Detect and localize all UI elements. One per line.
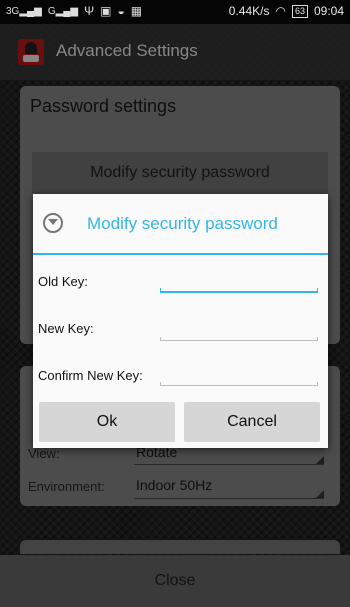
clock: 09:04 [313, 4, 344, 18]
network-speed: 0.44K/s [228, 4, 270, 18]
signal-icon-2: G▂▄▆ [47, 5, 79, 17]
ok-button[interactable]: Ok [39, 402, 175, 442]
new-key-tick-right [317, 337, 318, 341]
old-key-tick-left [160, 288, 161, 292]
dialog-header: Modify security password [33, 194, 328, 254]
wifi-icon: ◠ [275, 4, 286, 18]
confirm-new-key-tick-left [160, 382, 161, 386]
confirm-new-key-tick-right [317, 382, 318, 386]
new-key-label: New Key: [38, 321, 94, 336]
modify-password-dialog: Modify security password Old Key: New Ke… [33, 194, 328, 448]
usb-icon: Ψ [84, 4, 95, 18]
notification-icon: ◒ [117, 4, 125, 18]
status-bar: 3G▂▄▆ G▂▄▆ Ψ ▣ ◒ ▦ 0.44K/s ◠ 63 09:04 [0, 0, 350, 24]
old-key-label: Old Key: [38, 274, 88, 289]
confirm-new-key-label: Confirm New Key: [38, 368, 143, 383]
confirm-new-key-underline [160, 385, 318, 386]
new-key-input[interactable] [160, 317, 318, 339]
old-key-input[interactable] [160, 268, 318, 290]
image-icon: ▣ [100, 4, 112, 18]
dialog-title: Modify security password [87, 214, 278, 233]
signal-icon: 3G▂▄▆ [6, 5, 42, 17]
dialog-divider [33, 253, 328, 255]
app-notification-icon: ▦ [130, 4, 143, 18]
cancel-button[interactable]: Cancel [184, 402, 320, 442]
dropdown-circle-icon [43, 213, 63, 233]
old-key-underline [160, 291, 318, 293]
new-key-tick-left [160, 337, 161, 341]
new-key-underline [160, 340, 318, 341]
old-key-tick-right [317, 288, 318, 292]
confirm-new-key-input[interactable] [160, 362, 318, 384]
battery-icon: 63 [291, 4, 308, 18]
